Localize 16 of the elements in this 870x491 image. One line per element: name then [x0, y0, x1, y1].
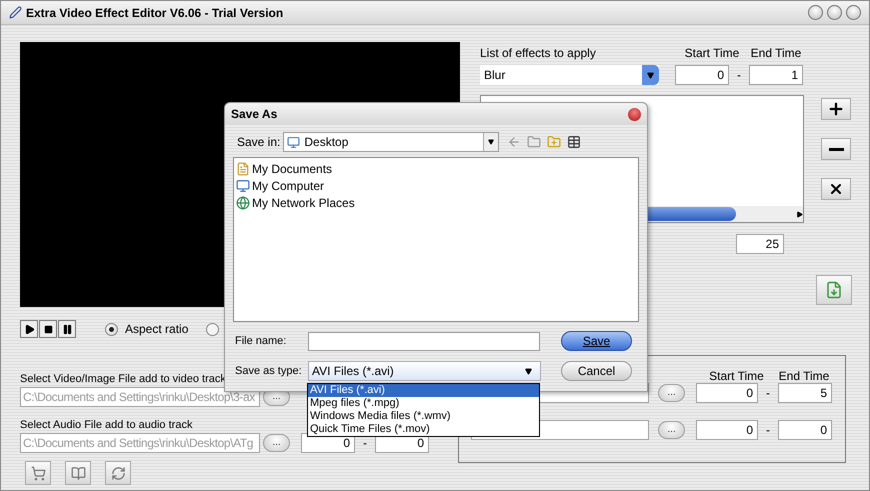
- audio-track-label: Select Audio File add to audio track: [20, 418, 192, 431]
- start-time-label: Start Time: [684, 45, 740, 62]
- separator: -: [362, 435, 368, 452]
- effects-label: List of effects to apply: [480, 45, 597, 62]
- separator: -: [736, 67, 742, 84]
- separator: -: [765, 385, 771, 402]
- separator: -: [765, 422, 771, 439]
- end-time-label: End Time: [778, 368, 830, 381]
- end-time-label: End Time: [750, 45, 802, 62]
- file-name-label: File name:: [235, 334, 288, 349]
- save-as-type-label: Save as type:: [235, 364, 303, 379]
- start-time-label: Start Time: [708, 368, 765, 381]
- window-title: Extra Video Effect Editor V6.06 - Trial Version: [26, 4, 284, 22]
- dialog-title: Save As: [231, 106, 278, 123]
- save-in-label: Save in:: [237, 134, 280, 151]
- radio-label: Aspect ratio: [125, 321, 188, 338]
